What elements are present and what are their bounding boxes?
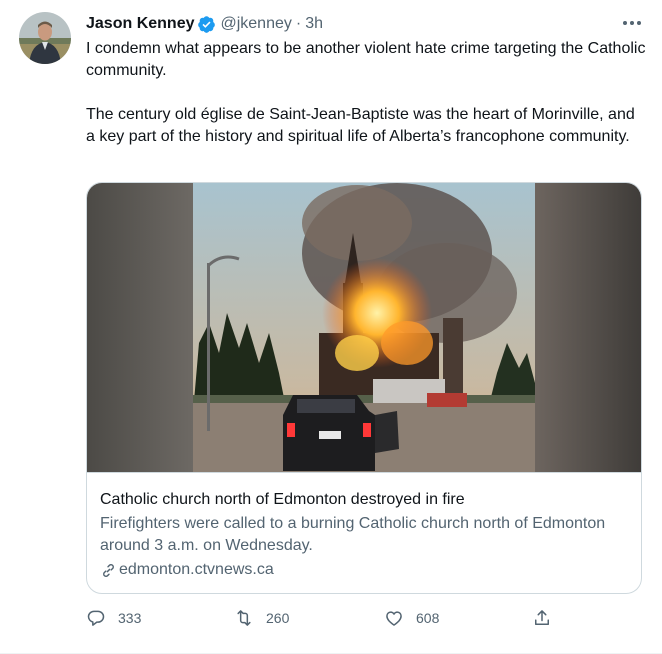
- separator-dot: ·: [295, 15, 302, 32]
- card-domain-label: edmonton.ctvnews.ca: [119, 561, 274, 578]
- share-icon: [535, 610, 549, 625]
- like-count: 608: [416, 610, 440, 626]
- retweet-count: 260: [266, 610, 290, 626]
- tweet[interactable]: Jason Kenney @jkenney · 3h I condemn wha…: [0, 0, 662, 654]
- timestamp[interactable]: 3h: [305, 14, 323, 34]
- share-button[interactable]: [532, 606, 552, 630]
- more-button[interactable]: [619, 12, 645, 34]
- tweet-text: I condemn what appears to be another vio…: [86, 38, 646, 148]
- card-image: [87, 183, 641, 473]
- like-icon: [386, 611, 402, 626]
- reply-button[interactable]: 333: [86, 606, 141, 630]
- tweet-actions: 333 260 608: [86, 606, 556, 630]
- tweet-paragraph: The century old église de Saint-Jean-Bap…: [86, 106, 635, 145]
- retweet-icon: [237, 610, 251, 626]
- link-icon: [103, 563, 114, 577]
- link-card[interactable]: Catholic church north of Edmonton destro…: [86, 182, 642, 594]
- retweet-button[interactable]: 260: [234, 606, 289, 630]
- card-description: Firefighters were called to a burning Ca…: [100, 515, 606, 554]
- tweet-header: Jason Kenney @jkenney · 3h: [86, 14, 323, 34]
- more-icon: [623, 21, 641, 25]
- verified-badge-icon: [198, 15, 216, 33]
- reply-icon: [87, 610, 105, 626]
- card-title[interactable]: Catholic church north of Edmonton destro…: [100, 489, 630, 511]
- avatar[interactable]: [19, 12, 71, 64]
- card-text: Catholic church north of Edmonton destro…: [100, 489, 630, 581]
- like-button[interactable]: 608: [384, 606, 439, 630]
- reply-count: 333: [118, 610, 142, 626]
- tweet-paragraph: I condemn what appears to be another vio…: [86, 40, 646, 79]
- handle[interactable]: @jkenney: [220, 14, 291, 34]
- card-domain[interactable]: edmonton.ctvnews.ca: [100, 559, 630, 581]
- display-name[interactable]: Jason Kenney: [86, 14, 194, 34]
